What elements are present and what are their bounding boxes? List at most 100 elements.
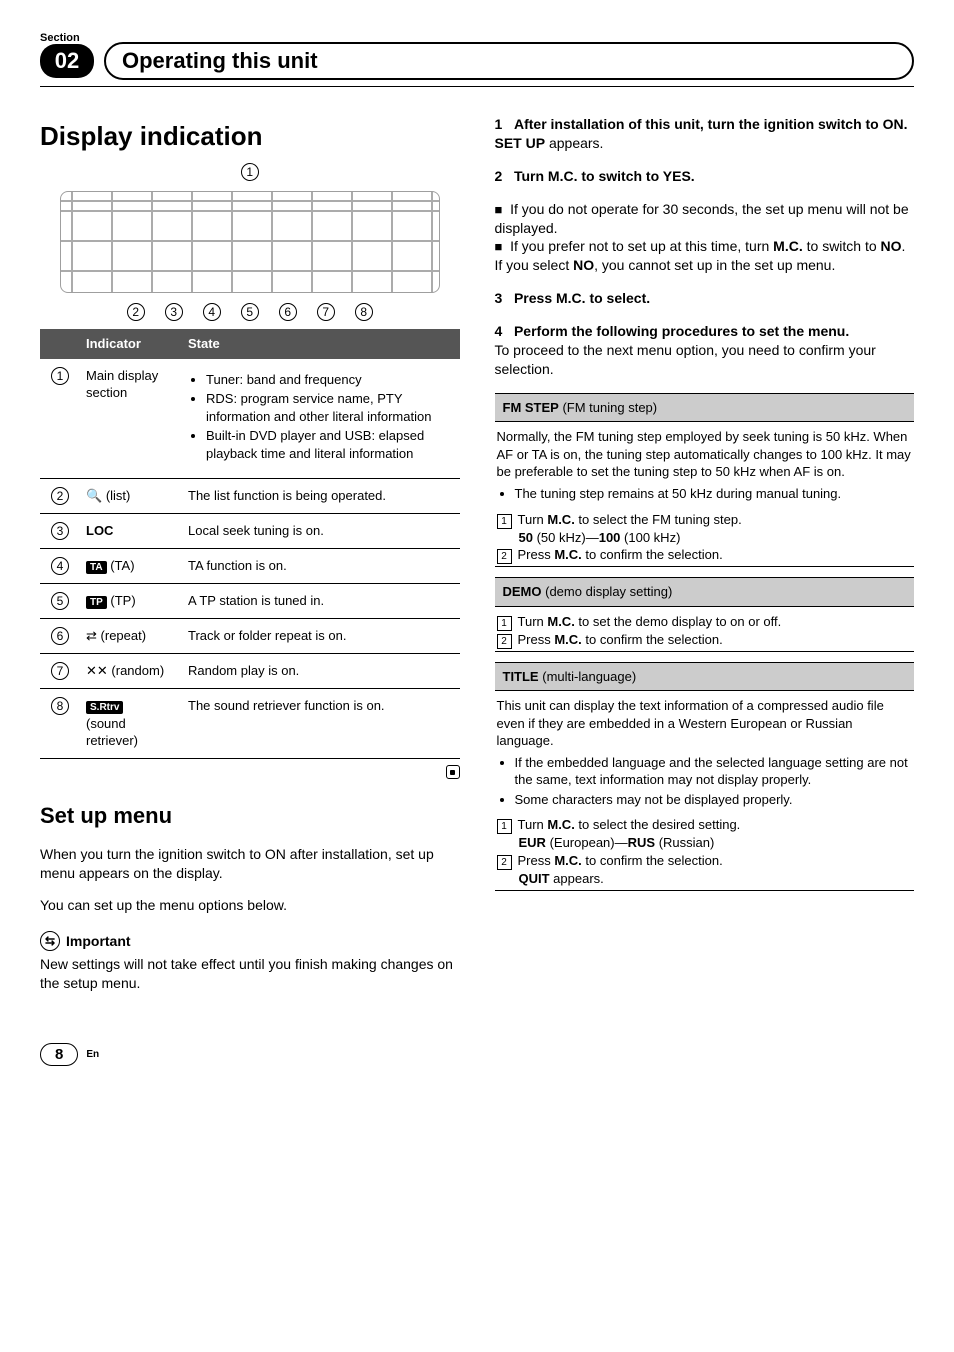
mc-bold: M.C. (547, 817, 574, 832)
chapter-title: Operating this unit (104, 42, 914, 80)
substep-1-icon: 1 (497, 819, 512, 834)
row-state: A TP station is tuned in. (182, 584, 460, 619)
no-bold: NO (881, 238, 902, 254)
step-after-rest: , you cannot set up in the set up menu. (594, 257, 835, 273)
heading-display-indication: Display indication (40, 119, 460, 154)
substep-text-rest: to select the FM tuning step. (575, 512, 742, 527)
opt-50-paren: (50 kHz) (537, 530, 586, 545)
opt-rus-paren: (Russian) (659, 835, 715, 850)
substep-text-rest: to select the desired setting. (575, 817, 740, 832)
row-state: Random play is on. (182, 654, 460, 689)
step-title: Turn M.C. to switch to YES. (514, 168, 695, 184)
setup-paragraph-2: You can set up the menu options below. (40, 896, 460, 915)
row-label: (repeat) (101, 628, 147, 643)
display-diagram (60, 191, 440, 293)
table-row: 6 ⇄ (repeat) Track or folder repeat is o… (40, 619, 460, 654)
row-label: (TP) (110, 593, 135, 608)
table-row: 1 Main display section Tuner: band and f… (40, 359, 460, 479)
substep-text-rest: to confirm the selection. (582, 853, 723, 868)
opt-eur-bold: EUR (519, 835, 546, 850)
th-indicator: Indicator (80, 329, 182, 359)
indicator-table: Indicator State 1 Main display section T… (40, 329, 460, 759)
row-num: 7 (51, 662, 69, 680)
srtrv-tag-icon: S.Rtrv (86, 701, 123, 714)
row-state: Local seek tuning is on. (182, 514, 460, 549)
random-icon: ✕✕ (86, 663, 108, 678)
th-state: State (182, 329, 460, 359)
substep-1-icon: 1 (497, 616, 512, 631)
table-row: 7 ✕✕ (random) Random play is on. (40, 654, 460, 689)
setting-description: Normally, the FM tuning step employed by… (497, 428, 913, 481)
substep-text-pre: Turn (518, 817, 548, 832)
opt-50-bold: 50 (519, 530, 533, 545)
opt-100-bold: 100 (599, 530, 621, 545)
opt-dash: — (586, 530, 599, 545)
opt-dash: — (615, 835, 628, 850)
section-number-badge: 02 (40, 44, 94, 78)
row-state: The list function is being operated. (182, 479, 460, 514)
callout-2: 2 (127, 303, 145, 321)
callout-8: 8 (355, 303, 373, 321)
setting-title-bold: FM STEP (503, 400, 559, 415)
substep-2-icon: 2 (497, 549, 512, 564)
setting-title-rest: (multi-language) (542, 669, 636, 684)
row-num: 6 (51, 627, 69, 645)
heading-setup-menu: Set up menu (40, 801, 460, 831)
substep-text-rest: to confirm the selection. (582, 547, 723, 562)
important-body: New settings will not take effect until … (40, 955, 460, 993)
page-footer: 8 En (40, 1043, 914, 1066)
step-number: 4 (495, 323, 503, 339)
step-bullet-mid: to switch to (803, 238, 881, 254)
table-row: 8 S.Rtrv(sound retriever) The sound retr… (40, 689, 460, 759)
state-bullet: RDS: program service name, PTY informati… (206, 390, 454, 425)
page-number: 8 (40, 1043, 78, 1066)
setting-title-bold: TITLE (503, 669, 539, 684)
mc-bold: M.C. (547, 614, 574, 629)
opt-100-paren: (100 kHz) (624, 530, 680, 545)
table-row: 2 🔍 (list) The list function is being op… (40, 479, 460, 514)
substep-text-pre: Press (518, 853, 555, 868)
setting-header-title: TITLE (multi-language) (495, 662, 915, 692)
substep-text-pre: Turn (518, 614, 548, 629)
mc-bold: M.C. (773, 238, 803, 254)
substep-text-rest: to set the demo display to on or off. (575, 614, 781, 629)
callout-1: 1 (241, 163, 259, 181)
left-column: Display indication 1 2 3 4 5 6 7 8 Indic… (40, 101, 460, 993)
setting-title-bold: DEMO (503, 584, 542, 599)
row-num: 4 (51, 557, 69, 575)
page-header: 02 Operating this unit (40, 30, 914, 87)
opt-eur-paren: (European) (550, 835, 615, 850)
substep-text-pre: Press (518, 547, 555, 562)
row-label: (random) (111, 663, 164, 678)
callout-5: 5 (241, 303, 259, 321)
setting-bullet: The tuning step remains at 50 kHz during… (515, 485, 913, 503)
diagram-callouts: 2 3 4 5 6 7 8 (40, 303, 460, 321)
bullet-square-icon: ■ (495, 239, 503, 254)
list-icon: 🔍 (86, 488, 102, 503)
callout-4: 4 (203, 303, 221, 321)
row-label: (list) (106, 488, 131, 503)
language-code: En (86, 1049, 99, 1060)
row-state: Track or folder repeat is on. (182, 619, 460, 654)
mc-bold: M.C. (554, 853, 581, 868)
row-state: The sound retriever function is on. (182, 689, 460, 759)
step-bullet: If you do not operate for 30 seconds, th… (495, 201, 909, 236)
step-number: 1 (495, 116, 503, 132)
row-num: 3 (51, 522, 69, 540)
setting-body-title: This unit can display the text informati… (495, 691, 915, 890)
mc-bold: M.C. (547, 512, 574, 527)
step-after-pre: If you select (495, 257, 574, 273)
callout-6: 6 (279, 303, 297, 321)
table-row: 4 TA (TA) TA function is on. (40, 549, 460, 584)
table-row: 3 LOC Local seek tuning is on. (40, 514, 460, 549)
setting-title-rest: (FM tuning step) (562, 400, 657, 415)
row-num: 5 (51, 592, 69, 610)
setting-body-demo: 1 Turn M.C. to set the demo display to on… (495, 607, 915, 652)
row-num: 1 (51, 367, 69, 385)
step-bullet-end: . (902, 238, 906, 254)
setting-description: This unit can display the text informati… (497, 697, 913, 750)
step-title: Perform the following procedures to set … (514, 323, 849, 339)
substep-2-icon: 2 (497, 634, 512, 649)
step-body-bold: SET UP (495, 135, 546, 151)
repeat-icon: ⇄ (86, 628, 97, 643)
